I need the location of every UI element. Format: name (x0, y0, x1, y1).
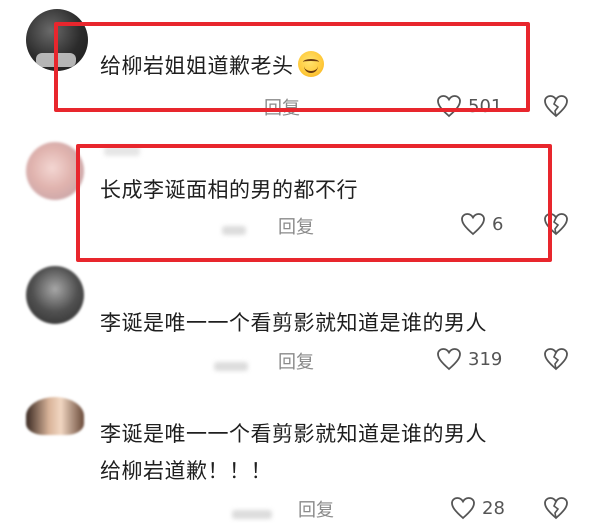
timestamp (232, 510, 272, 519)
broken-heart-icon[interactable] (543, 212, 569, 236)
reply-button[interactable]: 回复 (278, 213, 314, 239)
comment-text-content: 给柳岩姐姐道歉老头 (100, 54, 294, 78)
like-count: 6 (492, 213, 504, 235)
like-button[interactable]: 28 (450, 494, 505, 522)
heart-icon (451, 497, 475, 520)
like-button[interactable]: 6 (460, 210, 503, 238)
comment-text-line-1: 李诞是唯一一个看剪影就知道是谁的男人 (100, 422, 487, 446)
broken-heart-icon[interactable] (543, 94, 569, 118)
comment-text: 给柳岩姐姐道歉老头 (100, 50, 324, 80)
comment-text: 李诞是唯一一个看剪影就知道是谁的男人 (100, 311, 487, 335)
heart-icon (437, 348, 461, 371)
broken-heart-icon[interactable] (543, 496, 569, 520)
like-count: 28 (482, 497, 505, 519)
comment-text-line-2: 给柳岩道歉！！！ (100, 459, 272, 483)
timestamp (222, 226, 246, 235)
reply-button[interactable]: 回复 (278, 348, 314, 374)
avatar[interactable] (26, 266, 84, 324)
smiling-face-emoji-icon (297, 51, 324, 77)
comment-list: 给柳岩姐姐道歉老头 回复 501 长成李诞面相的男的都不行 回复 6 李诞是唯一… (0, 0, 600, 523)
timestamp (214, 362, 248, 371)
like-count: 319 (468, 348, 503, 370)
avatar[interactable] (26, 397, 84, 435)
comment-text: 长成李诞面相的男的都不行 (100, 178, 358, 202)
broken-heart-icon[interactable] (543, 347, 569, 371)
avatar[interactable] (26, 142, 84, 200)
reply-button[interactable]: 回复 (264, 94, 300, 120)
heart-icon (461, 213, 485, 236)
heart-icon (437, 95, 461, 118)
like-count: 501 (468, 95, 503, 117)
like-button[interactable]: 501 (436, 92, 502, 120)
avatar[interactable] (26, 9, 88, 71)
reply-button[interactable]: 回复 (298, 496, 334, 522)
username (104, 146, 140, 156)
like-button[interactable]: 319 (436, 345, 502, 373)
